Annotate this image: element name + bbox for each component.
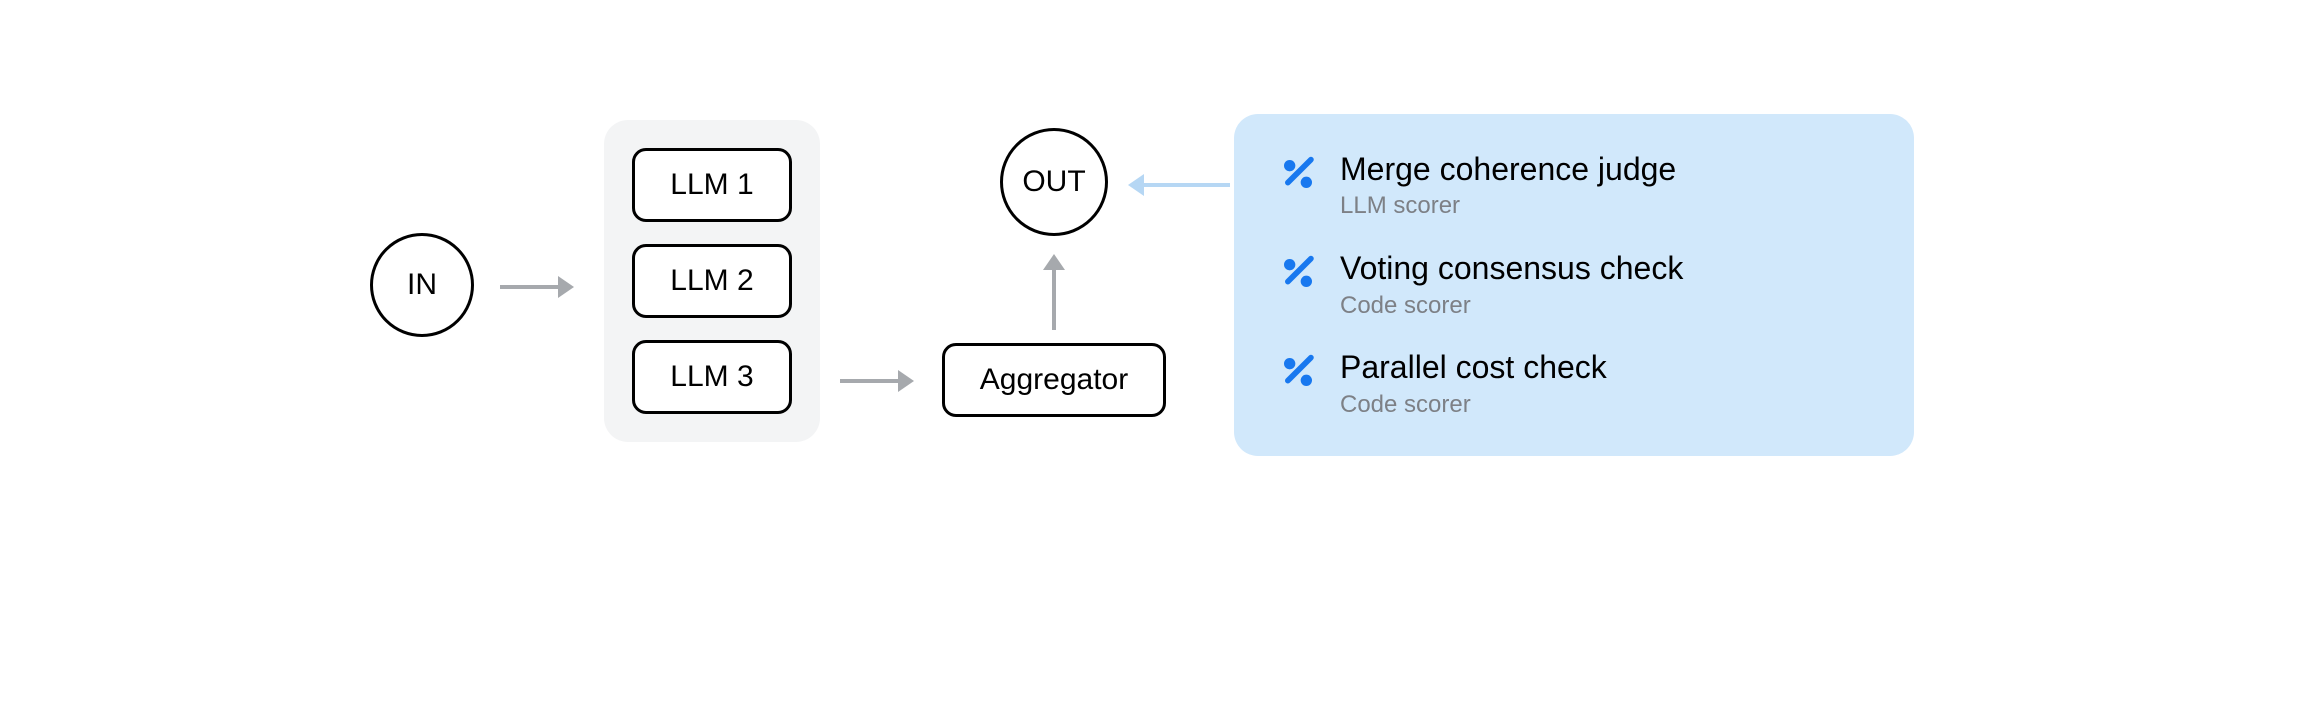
judge-subtitle: Code scorer [1340, 391, 1607, 420]
diagram-canvas: IN LLM 1 LLM 2 LLM 3 Aggregator OUT [0, 0, 2318, 720]
judge-item-2: Voting consensus check Code scorer [1278, 249, 1870, 320]
llm-label: LLM 3 [670, 360, 753, 394]
arrow-judges-to-out [1128, 174, 1230, 196]
judge-title: Parallel cost check [1340, 348, 1607, 386]
node-aggregator: Aggregator [942, 343, 1166, 417]
judge-title: Merge coherence judge [1340, 150, 1676, 188]
judge-text: Voting consensus check Code scorer [1340, 249, 1683, 320]
llm-box-2: LLM 2 [632, 244, 792, 318]
llm-box-3: LLM 3 [632, 340, 792, 414]
arrow-head-right-icon [558, 276, 574, 298]
arrow-line [500, 285, 558, 289]
node-out-label: OUT [1022, 165, 1085, 199]
arrow-llms-to-aggregator [840, 370, 914, 392]
arrow-line [1144, 183, 1230, 187]
node-in: IN [370, 233, 474, 337]
judge-text: Merge coherence judge LLM scorer [1340, 150, 1676, 221]
judge-subtitle: Code scorer [1340, 292, 1683, 321]
percent-icon [1278, 352, 1318, 392]
percent-icon [1278, 154, 1318, 194]
llm-label: LLM 2 [670, 264, 753, 298]
arrow-aggregator-to-out [1043, 254, 1065, 330]
judges-panel: Merge coherence judge LLM scorer Voting … [1234, 114, 1914, 456]
node-in-label: IN [407, 268, 437, 302]
percent-icon [1278, 253, 1318, 293]
llm-box-1: LLM 1 [632, 148, 792, 222]
arrow-head-up-icon [1043, 254, 1065, 270]
node-out: OUT [1000, 128, 1108, 236]
arrow-line [840, 379, 898, 383]
llm-label: LLM 1 [670, 168, 753, 202]
judge-title: Voting consensus check [1340, 249, 1683, 287]
judge-subtitle: LLM scorer [1340, 192, 1676, 221]
aggregator-label: Aggregator [980, 363, 1128, 397]
arrow-head-left-icon [1128, 174, 1144, 196]
judge-item-3: Parallel cost check Code scorer [1278, 348, 1870, 419]
llm-group: LLM 1 LLM 2 LLM 3 [604, 120, 820, 442]
arrow-head-right-icon [898, 370, 914, 392]
judge-item-1: Merge coherence judge LLM scorer [1278, 150, 1870, 221]
arrow-line [1052, 270, 1056, 330]
arrow-in-to-llms [500, 276, 574, 298]
judge-text: Parallel cost check Code scorer [1340, 348, 1607, 419]
